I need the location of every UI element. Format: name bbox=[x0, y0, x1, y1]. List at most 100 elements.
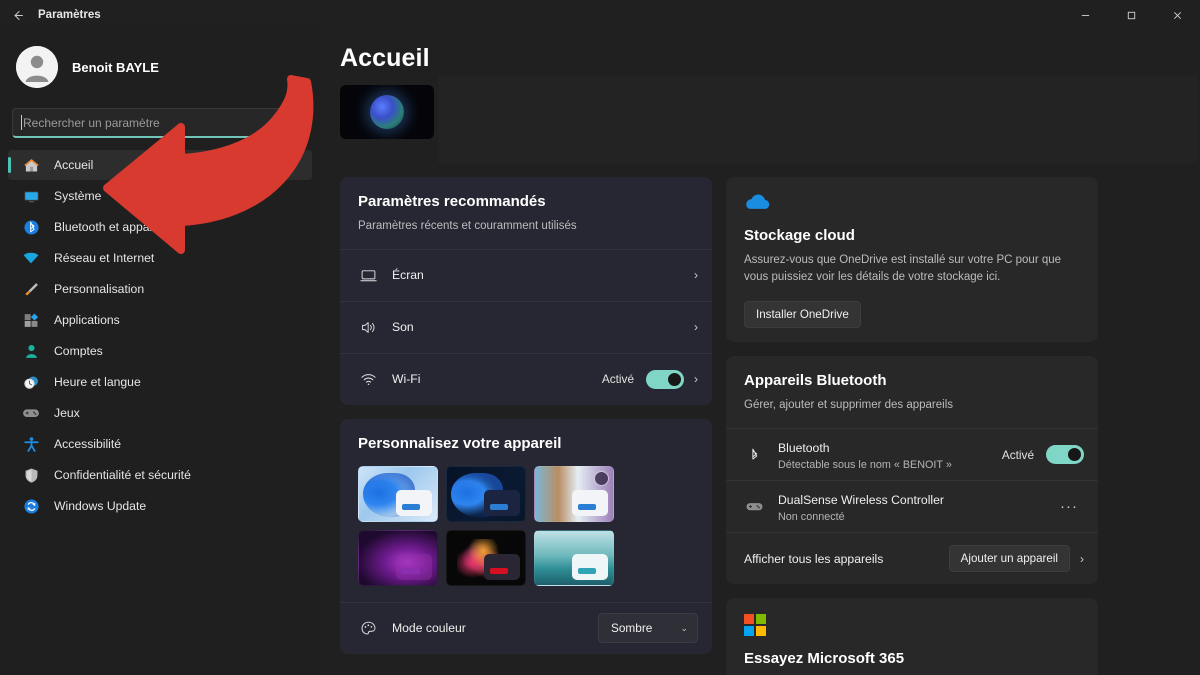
device-row-label: DualSense Wireless Controller bbox=[778, 492, 944, 507]
toggle-knob bbox=[1068, 448, 1081, 462]
monitor-icon bbox=[358, 267, 378, 284]
apps-icon bbox=[22, 311, 40, 329]
sidebar-item-systeme[interactable]: Système bbox=[8, 181, 312, 211]
update-refresh-icon bbox=[22, 497, 40, 515]
show-all-devices-link[interactable]: Afficher tous les appareils bbox=[744, 552, 883, 566]
sidebar-item-comptes[interactable]: Comptes bbox=[8, 336, 312, 366]
recommended-row-son[interactable]: Son › bbox=[340, 300, 712, 353]
sidebar-item-heure-et-langue[interactable]: Heure et langue bbox=[8, 367, 312, 397]
speaker-icon bbox=[358, 319, 378, 336]
bluetooth-row-sublabel: Détectable sous le nom « BENOIT » bbox=[778, 458, 952, 471]
sidebar-item-applications[interactable]: Applications bbox=[8, 305, 312, 335]
microsoft-logo-icon bbox=[744, 614, 1080, 637]
color-mode-label: Mode couleur bbox=[392, 621, 466, 636]
search-icon[interactable] bbox=[286, 115, 299, 131]
color-mode-select[interactable]: Sombre ⌄ bbox=[598, 613, 698, 644]
search-input[interactable] bbox=[23, 115, 282, 130]
sidebar-item-personnalisation[interactable]: Personnalisation bbox=[8, 274, 312, 304]
recommended-title: Paramètres recommandés bbox=[358, 193, 546, 210]
device-row-sublabel: Non connecté bbox=[778, 510, 845, 523]
settings-sidebar: Benoit BAYLE Accueil bbox=[0, 30, 320, 675]
sidebar-item-windows-update[interactable]: Windows Update bbox=[8, 491, 312, 521]
chevron-down-icon: ⌄ bbox=[680, 622, 688, 633]
recommended-row-ecran[interactable]: Écran › bbox=[340, 248, 712, 301]
paintbrush-icon bbox=[22, 280, 40, 298]
user-name: Benoit BAYLE bbox=[72, 59, 159, 75]
row-label: Wi-Fi bbox=[392, 372, 421, 387]
sidebar-nav-list: Accueil Système Bluetooth et appareils R… bbox=[0, 150, 320, 521]
search-box[interactable] bbox=[12, 108, 308, 138]
toggle-knob bbox=[668, 372, 681, 386]
gamepad-icon bbox=[22, 404, 40, 422]
bluetooth-title: Appareils Bluetooth bbox=[744, 372, 887, 390]
window-title-bar: Paramètres bbox=[0, 0, 1200, 30]
sidebar-item-label: Confidentialité et sécurité bbox=[54, 468, 191, 482]
chevron-right-icon: › bbox=[694, 320, 698, 335]
gamepad-icon bbox=[744, 497, 764, 516]
back-arrow-icon[interactable] bbox=[0, 0, 34, 30]
sidebar-item-bluetooth-et-appareils[interactable]: Bluetooth et appareils bbox=[8, 212, 312, 242]
color-mode-value: Sombre bbox=[611, 621, 653, 636]
right-column: Stockage cloud Assurez-vous que OneDrive… bbox=[726, 177, 1098, 675]
close-button[interactable] bbox=[1154, 0, 1200, 30]
wallpaper-orb-graphic bbox=[370, 95, 404, 129]
bluetooth-row-label: Bluetooth bbox=[778, 440, 830, 455]
sidebar-item-label: Applications bbox=[54, 313, 120, 327]
main-content: Accueil Paramètres recommandés Paramètre… bbox=[320, 30, 1200, 675]
cloud-header: Stockage cloud Assurez-vous que OneDrive… bbox=[726, 177, 1098, 342]
bluetooth-toggle[interactable] bbox=[1046, 445, 1084, 465]
install-onedrive-button[interactable]: Installer OneDrive bbox=[744, 301, 861, 329]
sidebar-item-confidentialite-et-securite[interactable]: Confidentialité et sécurité bbox=[8, 460, 312, 490]
cards-columns: Paramètres recommandés Paramètres récent… bbox=[320, 155, 1200, 675]
minimize-button[interactable] bbox=[1062, 0, 1108, 30]
sidebar-item-jeux[interactable]: Jeux bbox=[8, 398, 312, 428]
cloud-title: Stockage cloud bbox=[744, 227, 855, 244]
personalize-header: Personnalisez votre appareil bbox=[340, 419, 712, 466]
account-person-icon bbox=[22, 342, 40, 360]
cloud-storage-card: Stockage cloud Assurez-vous que OneDrive… bbox=[726, 177, 1098, 343]
window-title: Paramètres bbox=[38, 9, 101, 21]
system-monitor-icon bbox=[22, 187, 40, 205]
theme-badge-icon bbox=[594, 470, 609, 486]
home-icon bbox=[22, 156, 40, 174]
theme-thumbnail[interactable] bbox=[358, 529, 438, 586]
onedrive-cloud-icon bbox=[744, 193, 1080, 215]
theme-thumbnail[interactable] bbox=[446, 465, 526, 522]
sidebar-item-label: Personnalisation bbox=[54, 282, 145, 296]
bluetooth-devices-card: Appareils Bluetooth Gérer, ajouter et su… bbox=[726, 356, 1098, 585]
microsoft-365-card[interactable]: Essayez Microsoft 365 bbox=[726, 598, 1098, 675]
wifi-icon bbox=[22, 249, 40, 267]
theme-thumbnail[interactable] bbox=[446, 529, 526, 586]
page-title: Accueil bbox=[340, 44, 430, 72]
recommended-row-wifi[interactable]: Wi-Fi Activé › bbox=[340, 352, 712, 405]
sidebar-item-label: Accueil bbox=[54, 158, 94, 172]
shield-icon bbox=[22, 466, 40, 484]
theme-thumbnail[interactable] bbox=[358, 465, 438, 522]
wifi-toggle[interactable] bbox=[646, 369, 684, 389]
theme-thumbnail[interactable] bbox=[534, 465, 614, 522]
search-container bbox=[0, 98, 320, 144]
device-overflow-menu-icon[interactable]: ··· bbox=[1054, 498, 1084, 515]
microsoft-365-header: Essayez Microsoft 365 bbox=[726, 598, 1098, 675]
sidebar-item-accessibilite[interactable]: Accessibilité bbox=[8, 429, 312, 459]
bluetooth-footer-row[interactable]: Afficher tous les appareils Ajouter un a… bbox=[726, 532, 1098, 584]
bluetooth-toggle-row[interactable]: Bluetooth Détectable sous le nom « BENOI… bbox=[726, 428, 1098, 480]
maximize-button[interactable] bbox=[1108, 0, 1154, 30]
left-column: Paramètres recommandés Paramètres récent… bbox=[340, 177, 712, 675]
theme-thumbnail[interactable] bbox=[534, 529, 614, 586]
bluetooth-state-label: Activé bbox=[1001, 447, 1034, 462]
text-caret bbox=[21, 115, 22, 130]
recommended-header: Paramètres recommandés Paramètres récent… bbox=[340, 177, 712, 249]
sidebar-item-accueil[interactable]: Accueil bbox=[8, 150, 312, 180]
sidebar-item-reseau-et-internet[interactable]: Réseau et Internet bbox=[8, 243, 312, 273]
personalize-device-card: Personnalisez votre appareil Mode couleu… bbox=[340, 418, 712, 654]
bluetooth-device-row-dualsense[interactable]: DualSense Wireless Controller Non connec… bbox=[726, 480, 1098, 532]
chevron-right-icon: › bbox=[694, 268, 698, 283]
user-profile[interactable]: Benoit BAYLE bbox=[0, 30, 320, 98]
personalize-title: Personnalisez votre appareil bbox=[358, 434, 562, 452]
wifi-state-label: Activé bbox=[601, 372, 634, 387]
theme-thumbnail-grid bbox=[340, 465, 712, 602]
sidebar-item-label: Heure et langue bbox=[54, 375, 141, 389]
sidebar-item-label: Accessibilité bbox=[54, 437, 122, 451]
add-device-button[interactable]: Ajouter un appareil bbox=[948, 545, 1070, 573]
